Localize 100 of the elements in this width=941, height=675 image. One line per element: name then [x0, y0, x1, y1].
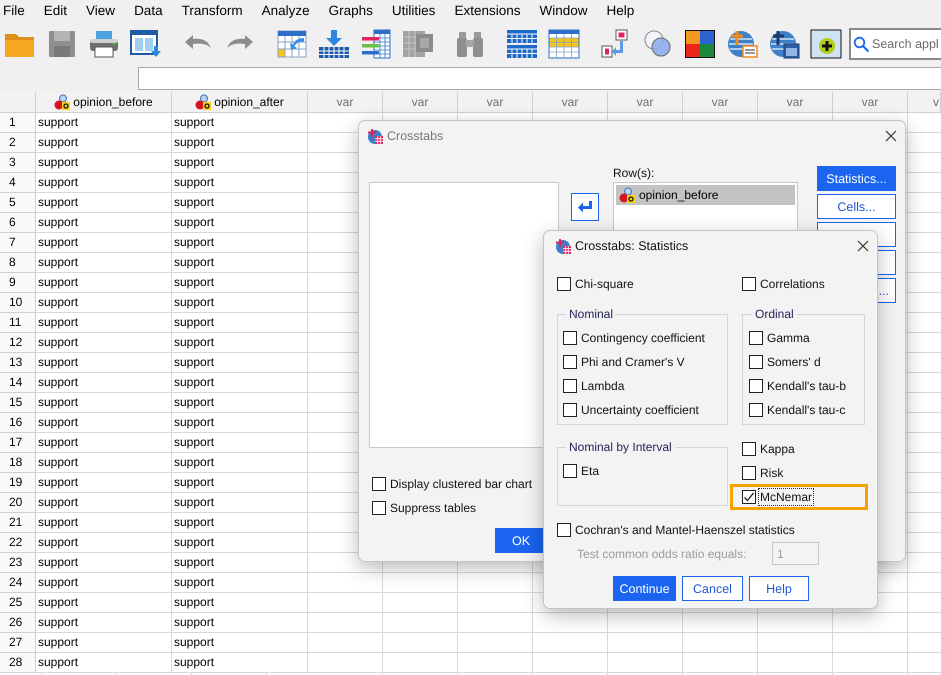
checkbox[interactable] — [742, 277, 756, 291]
row-number[interactable]: 25 — [0, 593, 36, 613]
dialog-button[interactable]: Cancel — [682, 576, 743, 601]
row-number[interactable]: 14 — [0, 373, 36, 393]
cell-editor-field[interactable] — [138, 67, 941, 90]
menu-item[interactable]: Window — [539, 2, 588, 20]
row-number[interactable]: 22 — [0, 533, 36, 553]
checkbox[interactable] — [749, 379, 763, 393]
menu-item[interactable]: Help — [606, 2, 634, 20]
checkbox-label[interactable]: Contingency coefficient — [581, 331, 705, 345]
row-number[interactable]: 19 — [0, 473, 36, 493]
menu-item[interactable]: Edit — [44, 2, 68, 20]
row-number[interactable]: 5 — [0, 193, 36, 213]
row-number[interactable]: 13 — [0, 353, 36, 373]
globe-window-icon[interactable] — [768, 28, 800, 58]
checkbox-label[interactable]: Uncertainty coefficient — [581, 403, 699, 417]
row-number[interactable]: 12 — [0, 333, 36, 353]
checkbox[interactable] — [563, 355, 577, 369]
checkbox[interactable] — [742, 466, 756, 480]
dialog-button[interactable]: Cells... — [817, 194, 896, 219]
row-number[interactable]: 10 — [0, 293, 36, 313]
checkbox-label[interactable]: Somers' d — [767, 355, 821, 369]
row-number[interactable]: 16 — [0, 413, 36, 433]
row-number[interactable]: 3 — [0, 153, 36, 173]
close-icon[interactable] — [857, 240, 869, 252]
globe-plus-icon[interactable] — [726, 28, 758, 58]
column-header[interactable]: var — [383, 92, 458, 113]
checkbox[interactable] — [563, 379, 577, 393]
checkbox-label[interactable]: Eta — [581, 464, 600, 478]
row-number[interactable]: 28 — [0, 653, 36, 673]
checkbox[interactable] — [742, 442, 756, 456]
column-header[interactable]: var — [833, 92, 908, 113]
checkbox-label[interactable]: Suppress tables — [390, 501, 476, 515]
dialog-button[interactable]: Help — [749, 576, 809, 601]
menu-item[interactable]: Graphs — [328, 2, 373, 20]
column-header[interactable]: opinion_before — [36, 92, 172, 113]
column-header[interactable]: var — [758, 92, 833, 113]
row-number[interactable]: 2 — [0, 133, 36, 153]
checkbox[interactable] — [749, 355, 763, 369]
menu-item[interactable]: Extensions — [454, 2, 520, 20]
menu-item[interactable]: File — [3, 2, 25, 20]
row-number[interactable]: 6 — [0, 213, 36, 233]
checkbox[interactable] — [563, 464, 577, 478]
checkbox-label[interactable]: Phi and Cramer's V — [581, 355, 685, 369]
row-number[interactable]: 11 — [0, 313, 36, 333]
row-number[interactable]: 7 — [0, 233, 36, 253]
checkbox[interactable] — [563, 331, 577, 345]
list-item[interactable]: opinion_before — [616, 185, 795, 205]
row-number[interactable]: 23 — [0, 553, 36, 573]
dialog-button[interactable]: Statistics... — [817, 166, 896, 191]
row-number[interactable]: 4 — [0, 173, 36, 193]
menu-item[interactable]: View — [86, 2, 116, 20]
row-number[interactable]: 21 — [0, 513, 36, 533]
checkbox-label[interactable]: Display clustered bar chart — [390, 477, 532, 491]
menu-item[interactable]: Analyze — [262, 2, 310, 20]
checkbox[interactable] — [749, 331, 763, 345]
checkbox[interactable] — [557, 523, 571, 537]
checkbox-label[interactable]: Chi-square — [575, 277, 634, 291]
menu-item[interactable]: Transform — [182, 2, 243, 20]
row-number[interactable]: 26 — [0, 613, 36, 633]
checkbox-label[interactable]: Lambda — [581, 379, 624, 393]
row-number[interactable]: 9 — [0, 273, 36, 293]
row-number[interactable]: 18 — [0, 453, 36, 473]
column-header[interactable]: var — [683, 92, 758, 113]
stacked-tables-icon[interactable] — [506, 28, 538, 58]
menu-item[interactable]: Data — [134, 2, 163, 20]
checkbox[interactable] — [372, 501, 386, 515]
checkbox-label[interactable]: Cochran's and Mantel-Haenszel statistics — [575, 523, 795, 537]
column-header[interactable]: var — [533, 92, 608, 113]
printer-icon[interactable] — [88, 28, 120, 58]
column-header[interactable]: v — [908, 92, 941, 113]
close-icon[interactable] — [885, 130, 897, 142]
dialog-button[interactable]: Continue — [613, 576, 676, 601]
checkbox-label[interactable]: Kappa — [760, 442, 795, 456]
highlighted-table-icon[interactable] — [548, 28, 580, 58]
row-number[interactable]: 27 — [0, 633, 36, 653]
checkbox-label[interactable]: McNemar — [760, 490, 812, 504]
checkbox-label[interactable]: Kendall's tau-c — [767, 403, 846, 417]
row-number[interactable]: 20 — [0, 493, 36, 513]
row-number[interactable]: 8 — [0, 253, 36, 273]
checkbox[interactable] — [749, 403, 763, 417]
checkbox-label[interactable]: Risk — [760, 466, 784, 480]
row-number[interactable]: 17 — [0, 433, 36, 453]
checkbox-label[interactable]: Kendall's tau-b — [767, 379, 846, 393]
menu-item[interactable]: Utilities — [392, 2, 436, 20]
checkbox-label[interactable]: Correlations — [760, 277, 825, 291]
row-number[interactable]: 15 — [0, 393, 36, 413]
column-header[interactable]: var — [608, 92, 683, 113]
checkbox[interactable] — [372, 477, 386, 491]
checkbox[interactable] — [557, 277, 571, 291]
checkbox-label[interactable]: Gamma — [767, 331, 810, 345]
table-download-icon[interactable] — [318, 28, 350, 58]
column-header[interactable]: var — [458, 92, 533, 113]
checkbox[interactable] — [563, 403, 577, 417]
search-field[interactable]: Search appl — [849, 28, 941, 60]
column-header[interactable]: var — [308, 92, 383, 113]
row-number[interactable]: 24 — [0, 573, 36, 593]
move-arrow-button[interactable] — [571, 193, 599, 221]
four-squares-icon[interactable] — [684, 28, 716, 58]
checkbox[interactable] — [742, 490, 756, 504]
